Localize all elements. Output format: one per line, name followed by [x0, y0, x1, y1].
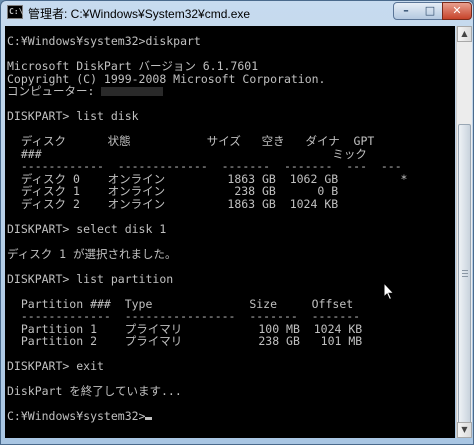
title-bar[interactable]: C:\ 管理者: C:¥Windows¥System32¥cmd.exe – □…	[1, 1, 473, 23]
console-text-before: C:¥Windows¥system32>diskpart Microsoft D…	[7, 34, 326, 98]
console-text-after: DISKPART> list disk ディスク 状態 サイズ 空き ダイナ G…	[7, 109, 408, 398]
scroll-thumb[interactable]	[458, 124, 471, 424]
maximize-button[interactable]: □	[418, 2, 443, 20]
close-button[interactable]: ✕	[442, 2, 472, 20]
scroll-up-arrow-icon[interactable]: ▲	[457, 26, 472, 42]
window-title: 管理者: C:¥Windows¥System32¥cmd.exe	[28, 7, 251, 21]
minimize-button[interactable]: –	[393, 2, 419, 20]
console-text: C:¥Windows¥system32>diskpart Microsoft D…	[7, 35, 407, 423]
command-prompt: C:¥Windows¥system32>	[7, 409, 146, 423]
thumb-grip-icon	[462, 270, 468, 278]
text-cursor	[145, 417, 153, 420]
console-output[interactable]: C:¥Windows¥system32>diskpart Microsoft D…	[5, 26, 455, 438]
vertical-scrollbar[interactable]: ▲ ▼	[456, 26, 472, 438]
scroll-down-arrow-icon[interactable]: ▼	[457, 422, 472, 438]
mouse-pointer-icon	[383, 282, 395, 301]
cmd-icon[interactable]: C:\	[7, 5, 23, 19]
computer-name-redacted	[101, 87, 164, 96]
console-window: C:\ 管理者: C:¥Windows¥System32¥cmd.exe – □…	[0, 0, 474, 445]
